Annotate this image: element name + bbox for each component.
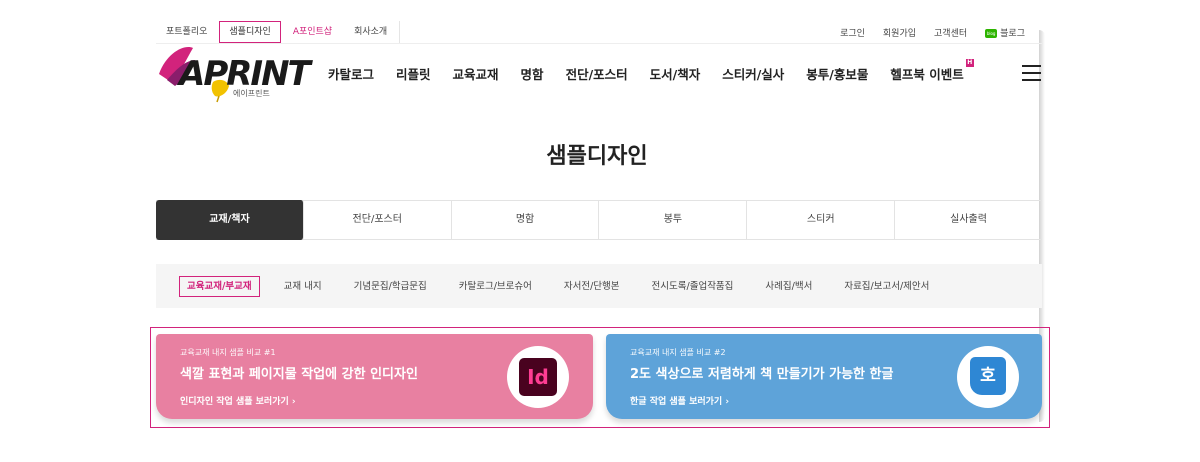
hot-badge: H — [965, 59, 974, 67]
nav-sticker[interactable]: 스티커/실사 — [722, 64, 784, 84]
subtab-autobiography[interactable]: 자서전/단행본 — [556, 276, 628, 297]
util-portfolio-link[interactable]: 포트폴리오 — [156, 21, 217, 43]
nav-leaflet[interactable]: 리플릿 — [396, 64, 431, 84]
utility-nav-left: 포트폴리오 샘플디자인 A포인트샵 회사소개 — [156, 21, 401, 43]
page-title: 샘플디자인 — [546, 144, 648, 169]
utility-nav-right: 로그인 회원가입 고객센터 blog 블로그 — [831, 21, 1034, 43]
blog-icon: blog — [985, 28, 998, 38]
banner-caption: 교육교재 내지 샘플 비교 #1 — [180, 348, 276, 357]
nav-textbook[interactable]: 교육교재 — [453, 64, 499, 84]
login-link[interactable]: 로그인 — [831, 26, 874, 39]
icon-circle: Id — [507, 346, 569, 408]
banner-title: 색깔 표현과 페이지물 작업에 강한 인디자인 — [180, 367, 418, 382]
tab-flyer-poster[interactable]: 전단/포스터 — [304, 201, 452, 239]
icon-circle: 호 — [957, 346, 1019, 408]
hangul-sample-link[interactable]: 한글 작업 샘플 보러가기 › — [630, 394, 729, 407]
subtab-textbook[interactable]: 교육교재/부교재 — [179, 275, 260, 297]
subtab-catalog[interactable]: 카탈로그/브로슈어 — [451, 276, 540, 297]
subtab-report[interactable]: 자료집/보고서/제안서 — [836, 276, 937, 297]
logo-subtitle: 에이프린트 — [233, 89, 270, 98]
nav-envelope[interactable]: 봉투/홍보물 — [806, 64, 868, 84]
banner-caption: 교육교재 내지 샘플 비교 #2 — [630, 348, 726, 357]
nav-flyer-poster[interactable]: 전단/포스터 — [566, 64, 628, 84]
customer-center-link[interactable]: 고객센터 — [925, 26, 976, 39]
tab-large-print[interactable]: 실사출력 — [895, 201, 1042, 239]
nav-helpbook-label: 헬프북 이벤트 — [890, 67, 964, 82]
signup-link[interactable]: 회원가입 — [874, 26, 925, 39]
util-a-point-shop-link[interactable]: A포인트샵 — [283, 21, 342, 43]
tab-envelope[interactable]: 봉투 — [599, 201, 748, 239]
tab-sticker[interactable]: 스티커 — [747, 201, 896, 239]
indesign-sample-link[interactable]: 인디자인 작업 샘플 보러가기 › — [180, 394, 296, 407]
util-divider — [399, 21, 401, 43]
blog-label: 블로그 — [1000, 28, 1025, 39]
util-company-link[interactable]: 회사소개 — [344, 21, 397, 43]
blog-link[interactable]: blog 블로그 — [976, 26, 1034, 39]
hangul-icon: 호 — [970, 357, 1006, 395]
main-nav: 카탈로그 리플릿 교육교재 명함 전단/포스터 도서/책자 스티커/실사 봉투/… — [328, 59, 986, 84]
nav-catalog[interactable]: 카탈로그 — [328, 64, 374, 84]
subtab-exhibition[interactable]: 전시도록/졸업작품집 — [644, 276, 742, 297]
tab-textbook[interactable]: 교재/책자 — [156, 200, 304, 240]
subcategory-tabs: 교육교재/부교재 교재 내지 기념문집/학급문집 카탈로그/브로슈어 자서전/단… — [156, 264, 1042, 308]
subtab-anthology[interactable]: 기념문집/학급문집 — [346, 276, 435, 297]
hangul-banner[interactable]: 교육교재 내지 샘플 비교 #2 2도 색상으로 저렴하게 책 만들기가 가능한… — [606, 334, 1042, 419]
nav-book[interactable]: 도서/책자 — [650, 64, 701, 84]
category-tabs: 교재/책자 전단/포스터 명함 봉투 스티커 실사출력 — [156, 200, 1042, 240]
subtab-textbook-inner[interactable]: 교재 내지 — [276, 276, 330, 297]
nav-helpbook-event[interactable]: 헬프북 이벤트 H — [890, 59, 974, 84]
indesign-icon: Id — [519, 358, 557, 396]
subtab-casebook[interactable]: 사례집/백서 — [757, 276, 820, 297]
tab-business-card[interactable]: 명함 — [452, 201, 600, 239]
menu-icon[interactable] — [1022, 65, 1041, 81]
util-sample-design-link[interactable]: 샘플디자인 — [219, 21, 281, 43]
indesign-banner[interactable]: 교육교재 내지 샘플 비교 #1 색깔 표현과 페이지물 작업에 강한 인디자인… — [156, 334, 593, 419]
aprint-logo[interactable]: APRINT 에이프린트 — [157, 42, 311, 104]
banner-title: 2도 색상으로 저렴하게 책 만들기가 가능한 한글 — [630, 367, 894, 382]
nav-business-card[interactable]: 명함 — [521, 64, 544, 84]
header-divider — [156, 43, 1042, 44]
